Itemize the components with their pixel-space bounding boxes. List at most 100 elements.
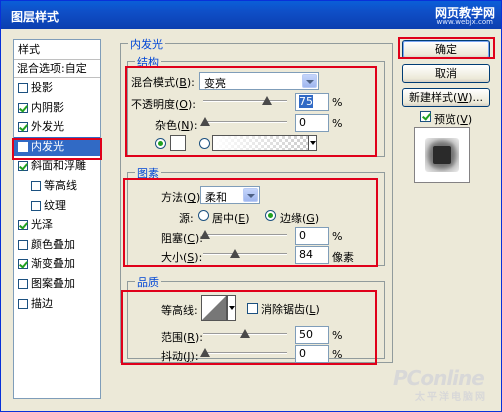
style-item[interactable]: 光泽 [14,215,100,235]
style-item-checkbox[interactable] [18,161,28,172]
layer-style-dialog: 图层样式 网页教学网 www.webjx.com 样式 混合选项:自定 投影内阴… [0,0,502,412]
choke-label: 阻塞(C): [161,232,203,245]
pconline-sub-logo: 太平洋电脑网 [415,392,487,403]
style-list-header[interactable]: 样式 [14,40,100,60]
solid-color-radio[interactable] [155,138,166,149]
style-item[interactable]: 等高线 [14,176,100,196]
preview-label[interactable]: 预览(V) [434,111,472,127]
range-row: 范围(R): [161,329,203,345]
size-input[interactable]: 84 [295,246,329,264]
blend-options-item[interactable]: 混合选项:自定 [14,60,100,78]
choke-input[interactable]: 0 [295,227,329,245]
style-item[interactable]: 图案叠加 [14,274,100,294]
range-label: 范围(R): [161,331,203,344]
noise-slider-thumb[interactable] [200,117,210,126]
style-preview [414,127,470,183]
style-item-label: 颜色叠加 [31,237,75,251]
noise-input[interactable]: 0 [295,114,329,132]
source-edge-label[interactable]: 边缘(G) [280,210,319,226]
ok-highlight [398,37,495,59]
method-select[interactable]: 柔和 [200,186,260,204]
glow-color-swatch[interactable] [170,135,186,151]
choke-unit: % [332,230,343,243]
style-item-checkbox[interactable] [18,102,28,113]
range-unit: % [332,329,343,342]
style-item[interactable]: 颜色叠加 [14,235,100,255]
style-item[interactable]: 纹理 [14,196,100,216]
blend-mode-select[interactable]: 变亮 [199,72,319,90]
antialias-label[interactable]: 消除锯齿(L) [261,301,320,317]
style-item[interactable]: 渐变叠加 [14,254,100,274]
style-item-label: 光泽 [31,218,53,232]
method-row: 方法(Q): [161,189,204,205]
style-item-checkbox[interactable] [18,122,28,133]
jitter-slider-track[interactable] [203,352,287,354]
jitter-input[interactable]: 0 [295,345,329,363]
pconline-logo: PConline [393,366,485,390]
jitter-slider-thumb[interactable] [200,348,210,357]
size-slider-track[interactable] [203,253,287,255]
style-item-label: 纹理 [44,198,66,212]
source-center-label[interactable]: 居中(E) [212,210,250,226]
opacity-unit: % [332,96,343,109]
quality-title: 品质 [135,274,161,290]
antialias-checkbox[interactable] [247,303,258,314]
opacity-input[interactable]: 75 [295,93,329,111]
opacity-slider-thumb[interactable] [262,96,272,105]
choke-slider-thumb[interactable] [200,230,210,239]
size-label: 大小(S): [161,251,203,264]
jitter-row: 抖动(J): [161,348,199,364]
opacity-slider-track[interactable] [203,100,287,102]
choke-slider-track[interactable] [203,234,287,236]
style-item[interactable]: 内阴影 [14,98,100,118]
watermark-url: www.webjx.com [436,18,494,26]
range-slider-thumb[interactable] [240,329,250,338]
style-item-label: 描边 [31,296,53,310]
style-item-label: 内阴影 [31,100,64,114]
choke-row: 阻塞(C): [161,230,203,246]
noise-row: 杂色(N): [155,117,198,133]
chevron-down-icon[interactable] [302,74,317,88]
range-input[interactable]: 50 [295,326,329,344]
style-item[interactable]: 投影 [14,78,100,98]
blend-mode-row: 混合模式(B): [131,74,195,90]
style-item-checkbox[interactable] [31,200,41,211]
blend-mode-label: 混合模式(B): [131,76,195,89]
contour-picker[interactable] [201,295,227,321]
style-item-checkbox[interactable] [18,83,28,93]
style-item-checkbox[interactable] [31,180,41,191]
style-item-label: 外发光 [31,120,64,134]
style-item[interactable]: 描边 [14,294,100,314]
style-item-checkbox[interactable] [18,298,28,309]
cancel-button[interactable]: 取消 [402,64,490,83]
chevron-down-icon[interactable] [243,188,258,202]
gradient-dropdown-icon[interactable] [308,135,317,151]
source-center-radio[interactable] [198,210,209,221]
preview-checkbox[interactable] [420,111,431,122]
style-item-label: 斜面和浮雕 [31,159,86,173]
style-item-checkbox[interactable] [18,278,28,289]
noise-slider-track[interactable] [203,121,287,123]
gradient-radio[interactable] [199,138,210,149]
jitter-label: 抖动(J): [161,350,199,363]
gradient-picker[interactable] [212,135,312,151]
style-list: 样式 混合选项:自定 投影 内阴影 外发光 内发光 斜面和浮雕 等高线 纹理 光泽 颜色叠加 渐变… [13,39,101,399]
style-item-checkbox[interactable] [18,239,28,250]
style-item[interactable]: 外发光 [14,117,100,137]
title-bar[interactable]: 图层样式 网页教学网 www.webjx.com [1,1,501,29]
opacity-row: 不透明度(O): [131,96,196,112]
noise-label: 杂色(N): [155,119,198,132]
style-item-checkbox[interactable] [18,259,28,270]
contour-dropdown-icon[interactable] [227,295,236,321]
size-slider-thumb[interactable] [230,249,240,258]
style-item-label: 渐变叠加 [31,257,75,271]
new-style-button[interactable]: 新建样式(W)... [402,88,490,107]
size-row: 大小(S): [161,249,202,265]
source-edge-radio[interactable] [265,210,276,221]
style-item-label: 图案叠加 [31,276,75,290]
style-item-label: 投影 [31,81,53,94]
source-label: 源: [179,212,194,225]
contour-label: 等高线: [161,304,198,317]
noise-unit: % [332,117,343,130]
style-item-checkbox[interactable] [18,220,28,231]
